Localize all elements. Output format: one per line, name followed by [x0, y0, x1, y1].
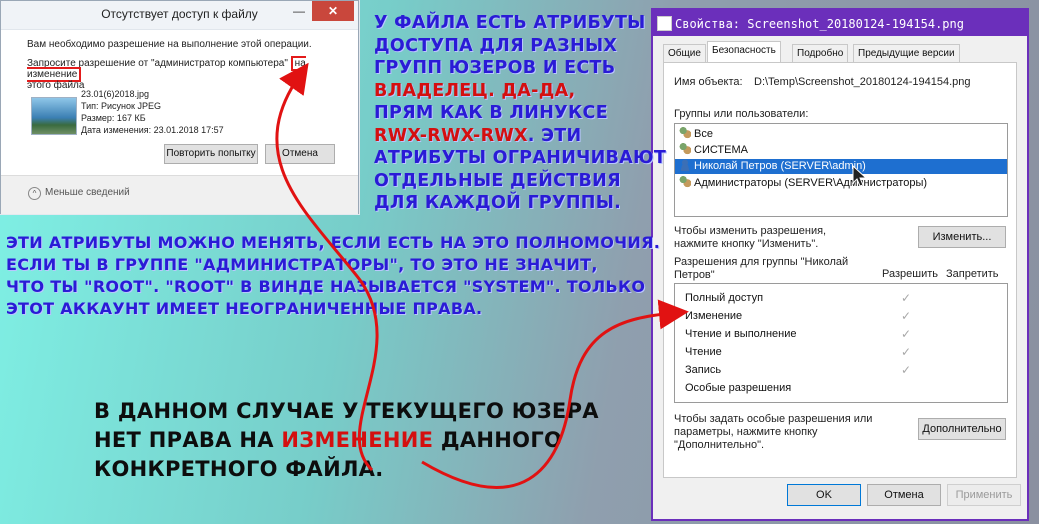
annotation-line: прям как в линуксе	[374, 103, 608, 123]
properties-titlebar: Свойства: Screenshot_20180124-194154.png	[653, 10, 1027, 36]
advanced-button[interactable]: Дополнительно	[918, 418, 1006, 440]
access-message: Вам необходимо разрешение на выполнение …	[27, 39, 312, 50]
file-size: Размер: 167 КБ	[81, 113, 146, 123]
users-icon	[679, 176, 691, 188]
annotation-line: конкретного файла.	[94, 457, 384, 481]
users-icon	[679, 143, 691, 155]
annotation-line: Эти атрибуты можно менять, если есть на …	[6, 233, 661, 252]
annotation-line: нет права на изменение данного	[94, 428, 563, 452]
file-type: Тип: Рисунок JPEG	[81, 101, 161, 111]
retry-button[interactable]: Повторить попытку	[164, 144, 258, 164]
tab-details[interactable]: Подробно	[792, 44, 849, 63]
permission-row: Полный доступ	[685, 292, 764, 304]
annotation-top-right: У файла есть атрибуты доступа для разных…	[374, 12, 666, 215]
permission-row: Чтение и выполнение	[685, 328, 797, 340]
annotation-line: отдельные действия	[374, 170, 621, 191]
permission-row: Чтение	[685, 346, 722, 358]
group-item[interactable]: Все	[679, 127, 713, 142]
minimize-button[interactable]: —	[288, 1, 310, 21]
security-panel: Имя объекта: D:\Temp\Screenshot_20180124…	[663, 62, 1017, 478]
permission-row: Запись	[685, 364, 722, 376]
groups-label: Группы или пользователи:	[674, 108, 809, 120]
tab-security[interactable]: Безопасность	[707, 41, 781, 64]
deny-column-header: Запретить	[946, 268, 999, 280]
request-suffix: этого файла	[27, 80, 85, 91]
tab-previous-versions[interactable]: Предыдущие версии	[853, 44, 960, 63]
allow-check-icon: ✓	[900, 327, 912, 341]
permissions-label: Разрешения для группы "Николай Петров"	[674, 256, 849, 281]
object-name-value: D:\Temp\Screenshot_20180124-194154.png	[754, 76, 971, 88]
allow-column-header: Разрешить	[882, 268, 938, 280]
annotation-middle: Эти атрибуты можно менять, если есть на …	[6, 232, 660, 320]
less-details-link[interactable]: Меньше сведений	[45, 187, 130, 198]
allow-check-icon: ✓	[900, 363, 912, 377]
ok-button[interactable]: OK	[787, 484, 861, 506]
group-item-selected[interactable]: Николай Петров (SERVER\admin)	[675, 159, 1007, 174]
annotation-line: Если ты в группе "Администраторы", то эт…	[6, 255, 598, 274]
file-thumbnail	[31, 97, 77, 135]
tab-general[interactable]: Общие	[663, 44, 706, 63]
allow-check-icon: ✓	[900, 345, 912, 359]
change-button[interactable]: Изменить...	[918, 226, 1006, 248]
annotation-line: В данном случае у текущего юзера	[94, 399, 599, 423]
permissions-list[interactable]: Полный доступ Изменение Чтение и выполне…	[674, 283, 1008, 403]
group-item[interactable]: СИСТЕМА	[679, 143, 748, 158]
chevron-up-icon[interactable]: ^	[28, 187, 41, 200]
properties-title: Свойства: Screenshot_20180124-194154.png	[675, 17, 964, 31]
annotation-line: атрибуты ограничивают	[374, 148, 667, 168]
annotation-line: что ты "root". "Root" в винде называется…	[6, 277, 646, 296]
permission-row: Особые разрешения	[685, 382, 792, 394]
special-hint: Чтобы задать особые разрешения или парам…	[674, 413, 873, 451]
annotation-line: У файла есть атрибуты	[374, 13, 646, 33]
file-name: 23.01(6)2018.jpg	[81, 89, 150, 99]
annotation-change-word: изменение	[281, 428, 434, 452]
access-request-text: Запросите разрешение от "администратор к…	[27, 56, 347, 91]
users-icon	[679, 127, 691, 139]
file-info: 23.01(6)2018.jpg Тип: Рисунок JPEG Разме…	[81, 88, 224, 136]
apply-button[interactable]: Применить	[947, 484, 1021, 506]
access-dialog-titlebar: Отсутствует доступ к файлу — ✕	[1, 1, 358, 30]
groups-listbox[interactable]: Все СИСТЕМА Николай Петров (SERVER\admin…	[674, 123, 1008, 217]
object-name-label: Имя объекта:	[674, 76, 743, 88]
user-icon	[679, 159, 691, 171]
cancel-button[interactable]: Отмена	[265, 144, 335, 164]
allow-check-icon: ✓	[900, 309, 912, 323]
mouse-cursor-icon	[852, 165, 868, 187]
annotation-line: для каждой группы.	[374, 193, 622, 213]
file-modified: Дата изменения: 23.01.2018 17:57	[81, 125, 224, 135]
annotation-owner-line: владелец. Да-да,	[374, 80, 576, 101]
allow-check-icon: ✓	[900, 291, 912, 305]
rwx-text: rwx-rwx-rwx	[374, 125, 528, 146]
annotation-line: этот аккаунт имеет неограниченные права.	[6, 299, 483, 318]
access-denied-dialog: Отсутствует доступ к файлу — ✕ Вам необх…	[0, 0, 359, 214]
annotation-rwx-line: rwx-rwx-rwx. Эти	[374, 125, 582, 146]
cancel-button[interactable]: Отмена	[867, 484, 941, 506]
group-item[interactable]: Администраторы (SERVER\Администраторы)	[679, 176, 927, 191]
annotation-line: групп юзеров и есть	[374, 58, 616, 78]
close-button[interactable]: ✕	[312, 1, 354, 21]
permission-row: Изменение	[685, 310, 743, 322]
annotation-bottom: В данном случае у текущего юзера нет пра…	[94, 397, 599, 484]
change-hint: Чтобы изменить разрешения, нажмите кнопк…	[674, 225, 827, 250]
properties-dialog: Свойства: Screenshot_20180124-194154.png…	[651, 8, 1029, 521]
annotation-line: доступа для разных	[374, 35, 618, 56]
